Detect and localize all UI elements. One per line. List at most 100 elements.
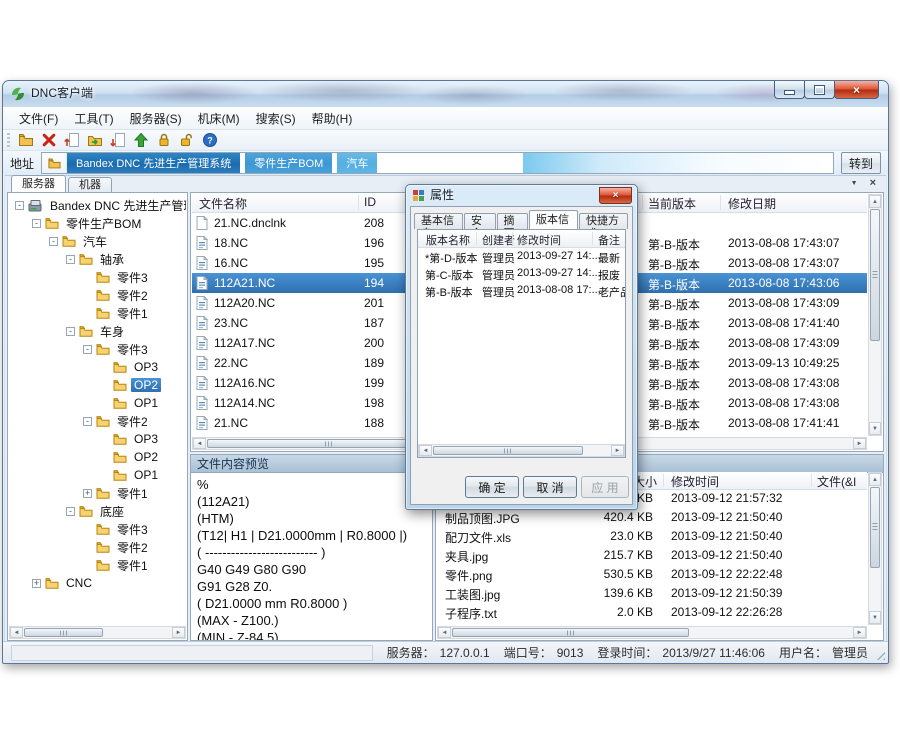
dialog-close-button[interactable]: ×: [599, 187, 632, 204]
column-modify-time[interactable]: 修改时间: [517, 232, 561, 248]
tab-security[interactable]: 安全: [464, 213, 496, 229]
checkin-file-button[interactable]: [62, 131, 81, 149]
attachments-hscrollbar[interactable]: ◄ ►: [437, 626, 867, 639]
breadcrumb-car[interactable]: 汽车: [337, 153, 377, 173]
scroll-thumb[interactable]: [24, 628, 103, 637]
version-hscrollbar[interactable]: ◄ ►: [418, 444, 625, 457]
tree-item[interactable]: OP1: [9, 466, 186, 484]
expand-icon[interactable]: +: [83, 489, 92, 498]
tree-item[interactable]: -轴承: [9, 250, 186, 268]
column-file-name[interactable]: 文件名称: [199, 195, 247, 212]
version-row[interactable]: 第-B-版本管理员2013-08-08 17:...老产品程序: [418, 282, 625, 299]
close-button[interactable]: ×: [834, 81, 879, 99]
column-id[interactable]: ID: [364, 195, 376, 209]
scroll-right-icon[interactable]: ►: [611, 445, 624, 456]
toolbar-grip[interactable]: [7, 133, 10, 147]
scroll-left-icon[interactable]: ◄: [10, 627, 23, 638]
column-modified-time[interactable]: 修改时间: [671, 473, 719, 490]
menu-file[interactable]: 文件(F): [11, 108, 66, 129]
lock-button[interactable]: [154, 131, 173, 149]
tree-item[interactable]: 零件2: [9, 286, 186, 304]
maximize-button[interactable]: [804, 81, 835, 99]
menu-server[interactable]: 服务器(S): [122, 108, 190, 129]
breadcrumb-body[interactable]: 车身: [382, 153, 422, 173]
tab-summary[interactable]: 摘要: [497, 213, 529, 229]
collapse-icon[interactable]: -: [32, 219, 41, 228]
tree-item[interactable]: OP1: [9, 394, 186, 412]
tab-shortcut[interactable]: 快捷方式: [579, 213, 628, 229]
pin-menu-icon[interactable]: ▼: [851, 178, 858, 190]
tree-item[interactable]: 零件1: [9, 556, 186, 574]
attachment-row[interactable]: 子程序.txt2.0 KB2013-09-12 22:26:28: [437, 603, 867, 622]
scroll-left-icon[interactable]: ◄: [419, 445, 432, 456]
tree-hscrollbar[interactable]: ◄ ►: [9, 626, 186, 639]
tree-item[interactable]: -零件生产BOM: [9, 214, 186, 232]
menu-tools[interactable]: 工具(T): [66, 108, 121, 129]
collapse-icon[interactable]: -: [66, 255, 75, 264]
tree-item[interactable]: -底座: [9, 502, 186, 520]
version-row[interactable]: *第-D-版本管理员2013-09-27 14:...最新: [418, 248, 625, 265]
breadcrumb-op2[interactable]: OP2: [478, 153, 518, 173]
tab-version-info[interactable]: 版本信息: [529, 210, 578, 229]
column-modify-date[interactable]: 修改日期: [728, 195, 776, 212]
collapse-icon[interactable]: -: [83, 345, 92, 354]
new-folder-button[interactable]: [16, 131, 35, 149]
resize-grip-icon[interactable]: [873, 648, 885, 660]
tree-item[interactable]: 零件3: [9, 520, 186, 538]
collapse-icon[interactable]: -: [15, 201, 24, 210]
scroll-thumb[interactable]: [452, 628, 689, 637]
panel-close-icon[interactable]: ×: [870, 178, 876, 190]
column-remark[interactable]: 备注: [598, 232, 620, 248]
send-button[interactable]: [131, 131, 150, 149]
file-list-vscrollbar[interactable]: ▲ ▼: [868, 194, 882, 436]
column-version-name[interactable]: 版本名称: [426, 232, 470, 248]
scroll-down-icon[interactable]: ▼: [869, 611, 881, 624]
tab-basic-info[interactable]: 基本信息: [414, 213, 463, 229]
tree-item[interactable]: -Bandex DNC 先进生产管理系统: [9, 196, 186, 214]
tree-item[interactable]: OP2: [9, 448, 186, 466]
attachment-row[interactable]: 配刀文件.xls23.0 KB2013-09-12 21:50:40: [437, 527, 867, 546]
delete-button[interactable]: [39, 131, 58, 149]
attachment-row[interactable]: 制品顶图.JPG420.4 KB2013-09-12 21:50:40: [437, 508, 867, 527]
unlock-button[interactable]: [177, 131, 196, 149]
tree-item[interactable]: 零件2: [9, 538, 186, 556]
version-row[interactable]: 第-C-版本管理员2013-09-27 14:...报废: [418, 265, 625, 282]
collapse-icon[interactable]: -: [83, 417, 92, 426]
minimize-button[interactable]: [774, 81, 805, 99]
scroll-left-icon[interactable]: ◄: [193, 438, 206, 449]
ok-button[interactable]: 确 定: [465, 476, 519, 498]
scroll-up-icon[interactable]: ▲: [869, 473, 881, 486]
scroll-thumb[interactable]: [870, 487, 880, 568]
go-button[interactable]: 转到: [841, 152, 881, 174]
tree-item[interactable]: -零件3: [9, 340, 186, 358]
attachments-vscrollbar[interactable]: ▲ ▼: [868, 472, 882, 625]
scroll-thumb[interactable]: [870, 209, 880, 341]
menu-machine[interactable]: 机床(M): [190, 108, 248, 129]
attachment-row[interactable]: 夹具.jpg215.7 KB2013-09-12 21:50:40: [437, 546, 867, 565]
tree-item[interactable]: OP3: [9, 430, 186, 448]
tree-item[interactable]: 零件3: [9, 268, 186, 286]
tree-item[interactable]: +零件1: [9, 484, 186, 502]
help-button[interactable]: ?: [200, 131, 219, 149]
scroll-right-icon[interactable]: ►: [172, 627, 185, 638]
expand-icon[interactable]: +: [32, 579, 41, 588]
address-box[interactable]: Bandex DNC 先进生产管理系统 零件生产BOM 汽车 车身 零件3 OP…: [41, 152, 834, 174]
collapse-icon[interactable]: -: [66, 327, 75, 336]
tree-item[interactable]: OP3: [9, 358, 186, 376]
tree-item[interactable]: -车身: [9, 322, 186, 340]
export-folder-button[interactable]: [85, 131, 104, 149]
menu-search[interactable]: 搜索(S): [248, 108, 304, 129]
attachment-row[interactable]: 工装图.jpg139.6 KB2013-09-12 21:50:39: [437, 584, 867, 603]
scroll-right-icon[interactable]: ►: [853, 438, 866, 449]
title-bar[interactable]: DNC客户端 ×: [3, 81, 888, 107]
scroll-down-icon[interactable]: ▼: [869, 422, 881, 435]
tree-item[interactable]: +CNC: [9, 574, 186, 592]
tree-item[interactable]: OP2: [9, 376, 186, 394]
breadcrumb-bom[interactable]: 零件生产BOM: [245, 153, 332, 173]
tab-server[interactable]: 服务器: [11, 175, 66, 192]
scroll-up-icon[interactable]: ▲: [869, 195, 881, 208]
column-creator[interactable]: 创建者: [482, 232, 515, 248]
breadcrumb-part3[interactable]: 零件3: [427, 153, 473, 173]
collapse-icon[interactable]: -: [66, 507, 75, 516]
scroll-left-icon[interactable]: ◄: [438, 627, 451, 638]
